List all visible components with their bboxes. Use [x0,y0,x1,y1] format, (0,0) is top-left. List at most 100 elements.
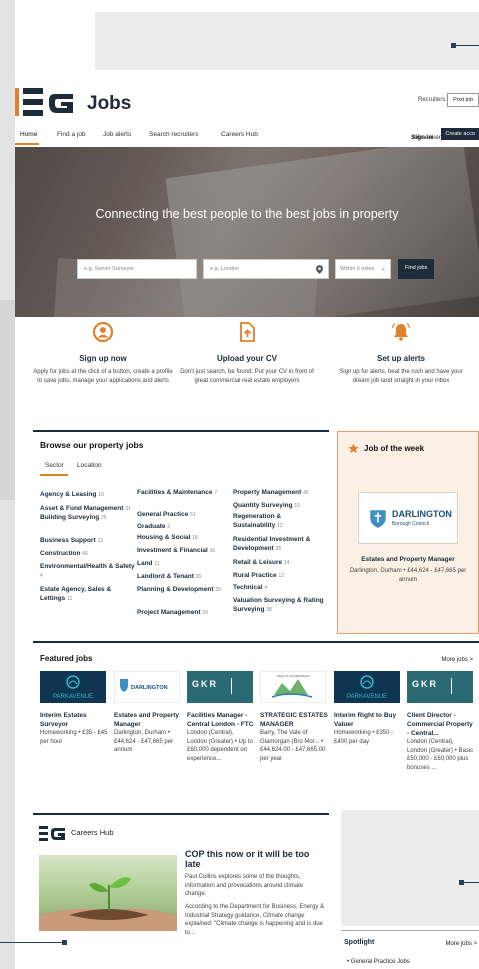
nav-job-alerts[interactable]: Job alerts [103,131,131,138]
sector-link[interactable]: Facilities & Maintenance 7 [137,488,232,498]
sector-link[interactable]: Property Management 45 [233,488,325,498]
sector-name: Land [137,560,153,567]
sector-link[interactable]: Estate Agency, Sales & Lettings 11 [40,585,135,604]
top-advert[interactable] [95,12,479,70]
nav-find-a-job[interactable]: Find a job [57,131,86,138]
careers-hub: Careers Hub COP this now or it will be t… [33,813,329,969]
sector-link[interactable]: Investment & Financial 16 [137,546,232,556]
featured-job-card[interactable]: GKR Client Director - Commercial Propert… [407,671,475,772]
sector-link[interactable]: Business Support 13 [40,536,135,546]
featured-job-card[interactable]: PARKAVENUE Interim Right to Buy Valuer H… [334,671,402,746]
sector-link[interactable]: Technical 4 [233,583,325,593]
feature-sign-up[interactable]: Sign up now Apply for jobs at the click … [33,321,173,386]
spotlight-more-link[interactable]: More jobs > [445,941,477,947]
post-job-button[interactable]: Post job [447,93,479,107]
sector-link[interactable]: Valuation Surveying & Rating Surveying 3… [233,596,325,615]
more-jobs-link[interactable]: More jobs > [441,657,473,663]
ad-marker-line [462,882,479,883]
spotlight-title: Spotlight [344,939,375,946]
featured-job-title: Interim Estates Surveyor [40,712,87,728]
sector-name: Retail & Leisure [233,559,283,566]
careers-hub-title: Careers Hub [71,828,114,837]
featured-job-card[interactable]: VALE OF GLAMORGAN STRATEGIC ESTATES MANA… [259,670,328,763]
svg-text:DARLINGTON: DARLINGTON [131,685,168,691]
sector-name: Valuation Surveying & Rating Surveying [233,597,324,613]
sector-count: 40 [82,551,88,557]
create-account-button[interactable]: Create acco [441,128,479,140]
feature-set-up-alerts[interactable]: Set up alerts Sign up for alerts, beat t… [331,322,471,386]
feature-desc: Apply for jobs at the click of a button,… [33,369,173,384]
sector-link[interactable]: Quantity Surveying 15 [233,501,325,511]
sector-link[interactable]: Agency & Leasing 19 [40,490,135,500]
radius-select[interactable]: Within 5 miles ⌄ [335,259,391,279]
sector-name: Facilities & Maintenance [137,489,213,496]
location-placeholder: e.g. London [210,266,240,272]
sector-count: 16 [209,548,216,554]
radius-value: Within 5 miles [340,266,375,272]
sector-count: 7 [214,490,218,496]
svg-text:GKR: GKR [192,679,218,689]
sector-link[interactable]: Housing & Social 18 [137,533,232,543]
keyword-input[interactable]: e.g. Senior Surveyor [77,259,197,279]
sector-link[interactable]: Graduate 2 [137,522,232,532]
parkavenue-logo: PARKAVENUE [334,671,400,703]
sector-link[interactable]: Construction 40 [40,549,135,559]
sector-link[interactable]: Landlord & Tenant 26 [137,572,232,582]
sector-link[interactable]: Land 11 [137,559,232,569]
nav-careers-hub[interactable]: Careers Hub [221,131,258,138]
sector-link[interactable]: General Practice 51 [137,510,232,520]
article-image[interactable] [39,855,177,931]
location-input[interactable]: e.g. London [203,259,329,279]
nav-home[interactable]: Home [20,131,37,138]
eg-logo-icon[interactable] [15,85,75,119]
sector-link[interactable]: Building Surveying 26 [40,513,135,523]
job-of-the-week[interactable]: Job of the week DARLINGTON Borough Counc… [337,431,479,634]
svg-text:GKR: GKR [412,679,438,689]
sector-link[interactable]: Project Management 29 [137,608,232,618]
featured-job-title: Interim Right to Buy Valuer [334,712,397,728]
sector-name: General Practice [137,511,189,518]
sector-link[interactable]: Rural Practice 12 [233,571,325,581]
svg-text:PARKAVENUE: PARKAVENUE [53,694,93,700]
vale-of-glamorgan-logo: VALE OF GLAMORGAN [259,670,327,704]
feature-upload-cv[interactable]: Upload your CV Don't just search, be fou… [177,322,317,386]
tab-active-indicator [40,474,68,476]
sector-name: Property Management [233,489,302,496]
tab-sector[interactable]: Sector [45,462,64,469]
featured-job-card[interactable]: GKR Facilities Manager - Central London … [187,671,255,763]
featured-job-card[interactable]: DARLINGTON Estates and Property Manager … [113,670,182,755]
sector-count: 12 [277,523,283,529]
featured-jobs: Featured jobs More jobs > PARKAVENUE Int… [33,641,479,801]
main-nav: Home Find a job Job alerts Search recrui… [15,128,479,146]
sector-link[interactable]: Retail & Leisure 14 [233,558,325,568]
tab-location[interactable]: Location [77,462,102,469]
right-advert[interactable] [341,810,479,926]
sector-count: 51 [190,512,196,518]
job-of-week-job-title[interactable]: Estates and Property Manager [338,556,478,563]
sector-name: Asset & Fund Management [40,505,124,512]
sector-count: 11 [154,561,160,567]
nav-search-recruiters[interactable]: Search recruiters [149,131,199,138]
sector-name: Agency & Leasing [40,491,97,498]
sector-name: Housing & Social [137,534,191,541]
sector-count: 13 [97,538,103,544]
upload-icon [240,322,255,342]
sector-count: 38 [266,607,272,613]
ad-marker-dot [62,940,67,945]
ad-marker-line [0,942,64,943]
feature-title: Upload your CV [216,354,277,363]
eg-logo-icon[interactable] [39,825,67,842]
bell-icon [391,323,411,341]
job-of-week-title: Job of the week [364,444,425,453]
sector-name: Residential Investment & Development [233,536,311,552]
sector-link[interactable]: Regeneration & Sustainability 12 [233,512,325,531]
sector-link[interactable]: Residential Investment & Development 35 [233,535,325,554]
sector-link[interactable]: Planning & Development 29 [137,585,232,595]
sector-link[interactable]: Environmental/Health & Safety 4 [40,562,135,581]
find-jobs-button[interactable]: Find jobs [398,259,435,279]
sign-in-link[interactable]: Sign in [411,134,433,141]
featured-job-card[interactable]: PARKAVENUE Interim Estates Surveyor Home… [40,671,108,746]
crest-icon [370,510,386,528]
spotlight-item[interactable]: • General Practice Jobs [347,959,410,965]
article-title[interactable]: COP this now or it will be too late [185,849,325,869]
